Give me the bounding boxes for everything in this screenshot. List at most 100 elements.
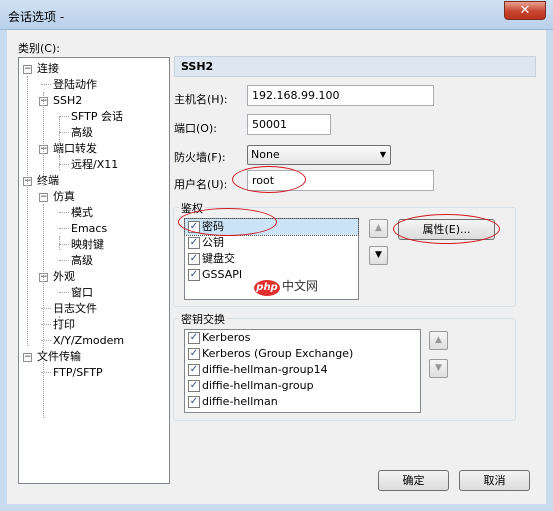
checkbox[interactable]: ✓ <box>188 396 200 408</box>
watermark-text: 中文网 <box>282 279 319 293</box>
kex-move-up-button[interactable]: ▲ <box>429 331 448 350</box>
tree-item-map[interactable]: 映射键 <box>59 237 104 252</box>
tree-item-label: 外观 <box>53 270 75 283</box>
auth-move-down-button[interactable]: ▼ <box>369 246 388 265</box>
window-title: 会话选项 - <box>8 10 65 24</box>
window-frame: 类别(C): − 连接 登陆动作 − SSH2 SFTP 会话 高级 − 端口转发 远程/X11−… <box>0 30 553 511</box>
firewall-label: 防火墙(F): <box>174 151 226 164</box>
tree-connector <box>59 116 69 117</box>
tree-item-print[interactable]: 打印 <box>41 317 75 332</box>
kex-item-label: diffie-hellman-group <box>202 379 314 392</box>
tree-guide-line <box>43 204 44 418</box>
tree-guide-line <box>59 156 60 170</box>
ok-button[interactable]: 确定 <box>378 470 449 491</box>
tree-item-login[interactable]: 登陆动作 <box>41 77 97 92</box>
tree-guide-line <box>27 76 28 346</box>
tree-guide-line <box>43 92 44 186</box>
tree-item-fwd[interactable]: − 端口转发 <box>39 141 97 156</box>
section-header: SSH2 <box>174 56 536 77</box>
kex-item[interactable]: ✓ Kerberos <box>185 330 420 346</box>
tree-item-window[interactable]: 窗口 <box>59 285 93 300</box>
port-input[interactable]: 50001 <box>247 114 331 135</box>
tree-item-ftp[interactable]: FTP/SFTP <box>41 365 103 380</box>
down-arrow-icon: ▼ <box>375 250 382 260</box>
auth-item-label: GSSAPI <box>202 268 243 281</box>
kex-item[interactable]: ✓ diffie-hellman-group <box>185 378 420 394</box>
dialog-client: 类别(C): − 连接 登陆动作 − SSH2 SFTP 会话 高级 − 端口转发 远程/X11−… <box>7 30 546 504</box>
tree-item-xyz[interactable]: X/Y/Zmodem <box>41 333 125 348</box>
tree-connector <box>59 292 69 293</box>
kex-group-title: 密钥交换 <box>179 311 227 327</box>
checkbox[interactable]: ✓ <box>188 348 200 360</box>
tree-connector <box>59 132 69 133</box>
tree-item-adv1[interactable]: 高级 <box>59 125 93 140</box>
collapse-icon[interactable]: − <box>23 352 32 362</box>
tree-item-look[interactable]: − 外观 <box>39 269 75 284</box>
tree-item-label: 仿真 <box>53 190 75 203</box>
tree-item-conn[interactable]: − 连接 <box>23 61 59 76</box>
tree-item-sftp[interactable]: SFTP 会话 <box>59 109 123 124</box>
auth-item[interactable]: ✓ 键盘交 <box>185 251 358 267</box>
checkbox[interactable]: ✓ <box>188 380 200 392</box>
tree-item-label: X/Y/Zmodem <box>53 334 125 347</box>
close-button[interactable]: ✕ <box>504 1 546 20</box>
annotation-ellipse-password <box>178 208 277 236</box>
tree-item-label: 日志文件 <box>53 302 97 315</box>
kex-item-label: Kerberos <box>202 331 251 344</box>
checkbox[interactable]: ✓ <box>188 269 200 281</box>
tree-connector <box>59 244 69 245</box>
kex-move-down-button[interactable]: ▼ <box>429 359 448 378</box>
tree-item-label: FTP/SFTP <box>53 366 103 379</box>
annotation-ellipse-properties <box>393 214 500 244</box>
tree-item-xfer[interactable]: − 文件传输 <box>23 349 81 364</box>
tree-item-ssh2[interactable]: − SSH2 <box>39 93 82 108</box>
firewall-value: None <box>251 148 280 161</box>
tree-connector <box>59 228 69 229</box>
checkbox[interactable]: ✓ <box>188 253 200 265</box>
kex-item[interactable]: ✓ diffie-hellman <box>185 394 420 410</box>
cancel-button[interactable]: 取消 <box>459 470 530 491</box>
username-label: 用户名(U): <box>174 178 228 191</box>
tree-item-term[interactable]: − 终端 <box>23 173 59 188</box>
kex-item[interactable]: ✓ diffie-hellman-group14 <box>185 362 420 378</box>
category-tree[interactable]: − 连接 登陆动作 − SSH2 SFTP 会话 高级 − 端口转发 远程/X11− 终端 − 仿真 模式… <box>18 57 170 484</box>
tree-item-log[interactable]: 日志文件 <box>41 301 97 316</box>
kex-item-label: Kerberos (Group Exchange) <box>202 347 354 360</box>
kex-list[interactable]: ✓ Kerberos ✓ Kerberos (Group Exchange) ✓ diff… <box>184 329 421 413</box>
tree-item-emacs[interactable]: Emacs <box>59 221 108 236</box>
host-label: 主机名(H): <box>174 93 228 106</box>
tree-connector <box>59 164 69 165</box>
port-label: 端口(O): <box>174 122 217 135</box>
tree-item-adv2[interactable]: 高级 <box>59 253 93 268</box>
tree-guide-line <box>59 316 60 330</box>
tree-item-label: 模式 <box>71 206 93 219</box>
tree-item-label: 窗口 <box>71 286 93 299</box>
dropdown-arrow-icon: ▼ <box>379 150 386 159</box>
collapse-icon[interactable]: − <box>39 192 48 202</box>
checkbox[interactable]: ✓ <box>188 237 200 249</box>
annotation-ellipse-username <box>232 166 306 193</box>
tree-item-label: 终端 <box>37 174 59 187</box>
auth-move-up-button[interactable]: ▲ <box>369 219 388 238</box>
tree-guide-line <box>59 236 60 250</box>
kex-item-label: diffie-hellman-group14 <box>202 363 328 376</box>
tree-item-label: 打印 <box>53 318 75 331</box>
kex-item[interactable]: ✓ Kerberos (Group Exchange) <box>185 346 420 362</box>
tree-item-mode[interactable]: 模式 <box>59 205 93 220</box>
host-input[interactable]: 192.168.99.100 <box>247 85 434 106</box>
tree-item-label: 高级 <box>71 254 93 267</box>
firewall-select[interactable]: None ▼ <box>247 145 391 165</box>
tree-item-x11[interactable]: 远程/X11 <box>59 157 119 172</box>
auth-item[interactable]: ✓ 公钥 <box>185 235 358 251</box>
tree-item-label: 登陆动作 <box>53 78 97 91</box>
tree-connector <box>59 260 69 261</box>
watermark-logo: php <box>254 280 280 296</box>
collapse-icon[interactable]: − <box>23 64 32 74</box>
tree-item-emu[interactable]: − 仿真 <box>39 189 75 204</box>
checkbox[interactable]: ✓ <box>188 364 200 376</box>
checkbox[interactable]: ✓ <box>188 332 200 344</box>
tree-item-label: Emacs <box>71 222 108 235</box>
tree-connector <box>59 212 69 213</box>
tree-item-label: SFTP 会话 <box>71 110 123 123</box>
tree-item-label: 远程/X11 <box>71 158 119 171</box>
